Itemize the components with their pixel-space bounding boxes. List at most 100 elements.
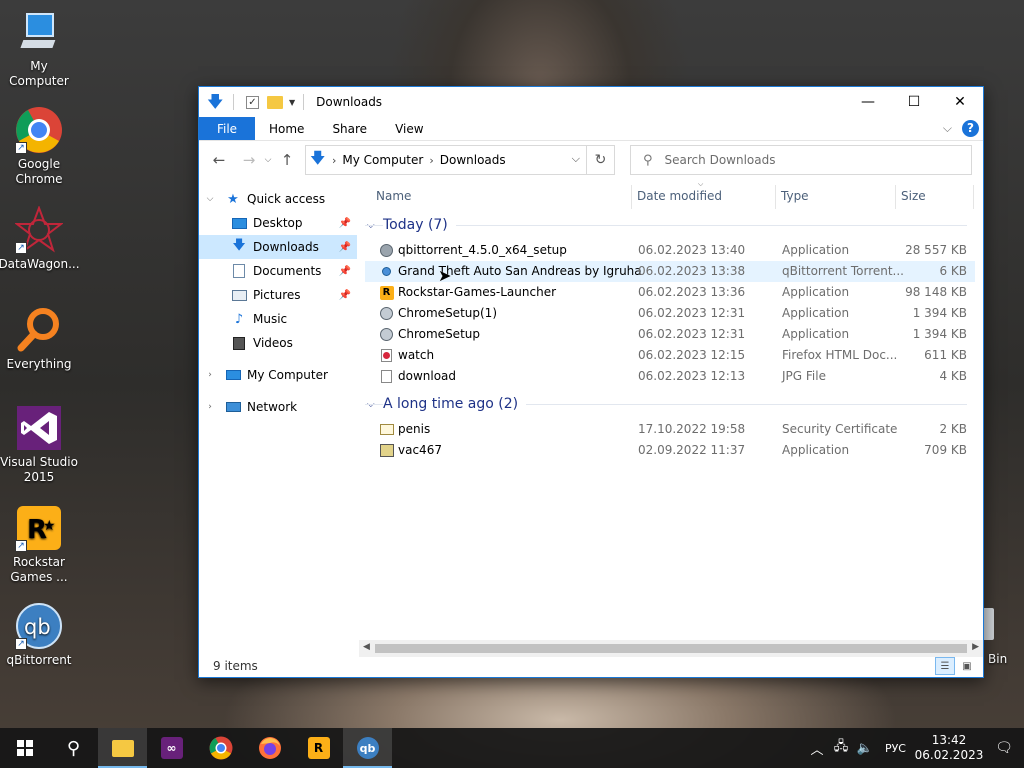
expand-chevron-icon[interactable]: › — [203, 402, 217, 412]
file-type: JPG File — [782, 369, 826, 383]
volume-icon[interactable]: 🔈 — [853, 741, 877, 756]
file-row[interactable]: vac467 02.09.2022 11:37 Application 709 … — [365, 440, 975, 461]
tab-home[interactable]: Home — [255, 117, 318, 140]
details-view-button[interactable]: ☰ — [935, 657, 955, 675]
qbittorrent-icon: qb — [356, 737, 379, 759]
installer-icon — [379, 243, 394, 258]
pin-icon[interactable]: 📌 — [339, 266, 351, 277]
large-icons-view-button[interactable]: ▣ — [957, 657, 977, 675]
nav-quick-access[interactable]: ⌵ ★ Quick access — [199, 187, 357, 211]
file-size: 4 KB — [939, 369, 967, 383]
file-row[interactable]: watch 06.02.2023 12:15 Firefox HTML Doc.… — [365, 345, 975, 366]
help-icon[interactable]: ? — [962, 120, 979, 137]
nav-item-downloads[interactable]: 🡇 Downloads 📌 — [199, 235, 357, 259]
videos-icon — [231, 336, 247, 350]
column-divider[interactable] — [895, 185, 896, 209]
close-button[interactable]: ✕ — [937, 87, 983, 117]
collapse-chevron-icon[interactable]: ⌵ — [203, 194, 217, 204]
desktop-icon-everything[interactable]: Everything — [0, 306, 78, 372]
column-divider[interactable] — [775, 185, 776, 209]
file-row[interactable]: qbittorrent_4.5.0_x64_setup 06.02.2023 1… — [365, 240, 975, 261]
customize-toolbar-icon[interactable]: ▼ — [289, 98, 295, 107]
column-divider[interactable] — [631, 185, 632, 209]
tab-file[interactable]: File — [199, 117, 255, 140]
pin-icon[interactable]: 📌 — [339, 242, 351, 253]
start-button[interactable] — [0, 728, 49, 768]
taskbar-firefox[interactable] — [245, 728, 294, 768]
back-button[interactable]: ← — [207, 151, 231, 169]
breadcrumb-my-computer[interactable]: My Computer — [342, 153, 423, 167]
desktop-icon-my-computer[interactable]: My Computer — [0, 8, 78, 89]
taskbar-search-button[interactable]: ⚲ — [49, 728, 98, 768]
tab-share[interactable]: Share — [318, 117, 381, 140]
breadcrumb-chevron-icon[interactable]: › — [332, 154, 336, 167]
properties-icon[interactable]: ✓ — [246, 95, 259, 109]
maximize-button[interactable]: ☐ — [891, 87, 937, 117]
scrollbar-thumb[interactable] — [375, 644, 967, 653]
rockstar-icon: R — [379, 285, 394, 300]
file-date: 06.02.2023 12:31 — [638, 327, 746, 341]
address-bar[interactable]: 🡇 › My Computer › Downloads ⌵ ↻ — [305, 145, 615, 175]
file-row[interactable]: penis 17.10.2022 19:58 Security Certific… — [365, 419, 975, 440]
file-type: Firefox HTML Doc... — [782, 348, 898, 362]
group-header[interactable]: ⌵ A long time ago (2) — [365, 392, 975, 416]
nav-item-my-computer[interactable]: › My Computer — [199, 363, 357, 387]
nav-item-desktop[interactable]: Desktop 📌 — [199, 211, 357, 235]
pin-icon[interactable]: 📌 — [339, 218, 351, 229]
pin-icon[interactable]: 📌 — [339, 290, 351, 301]
desktop-icon-visual-studio[interactable]: Visual Studio 2015 — [0, 404, 78, 485]
file-row[interactable]: R Rockstar-Games-Launcher 06.02.2023 13:… — [365, 282, 975, 303]
column-date-modified[interactable]: Date modified — [637, 189, 722, 203]
taskbar-qbittorrent[interactable]: qb — [343, 728, 392, 768]
everything-icon — [15, 306, 63, 354]
nav-item-videos[interactable]: Videos — [199, 331, 357, 355]
notifications-icon[interactable]: 🗨 — [984, 740, 1024, 756]
language-indicator[interactable]: РУС — [885, 742, 906, 755]
file-row[interactable]: ChromeSetup 06.02.2023 12:31 Application… — [365, 324, 975, 345]
taskbar-rockstar[interactable]: R — [294, 728, 343, 768]
minimize-button[interactable]: — — [845, 87, 891, 117]
taskbar-chrome[interactable] — [196, 728, 245, 768]
application-icon — [379, 443, 394, 458]
desktop-icon-datawagon[interactable]: ↗ DataWagon... — [0, 205, 80, 272]
scroll-right-icon[interactable]: ▶ — [972, 642, 979, 652]
nav-item-pictures[interactable]: Pictures 📌 — [199, 283, 357, 307]
expand-chevron-icon[interactable]: › — [203, 370, 217, 380]
refresh-button[interactable]: ↻ — [586, 146, 614, 174]
column-type[interactable]: Type — [781, 189, 809, 203]
file-row[interactable]: Grand Theft Auto San Andreas by Igruha 0… — [365, 261, 975, 282]
tab-view[interactable]: View — [381, 117, 437, 140]
taskbar-visual-studio[interactable]: ∞ — [147, 728, 196, 768]
column-divider[interactable] — [973, 185, 974, 209]
column-size[interactable]: Size — [901, 189, 926, 203]
column-name[interactable]: Name — [376, 189, 411, 203]
address-dropdown-icon[interactable]: ⌵ — [572, 152, 580, 166]
new-folder-icon[interactable] — [267, 95, 283, 109]
forward-button[interactable]: → — [237, 151, 261, 169]
scroll-left-icon[interactable]: ◀ — [363, 642, 370, 652]
file-list: Name ⌵ Date modified Type Size ⌵ Today (… — [365, 180, 975, 651]
nav-item-label: Quick access — [247, 192, 326, 206]
navigation-pane: ⌵ ★ Quick access Desktop 📌 🡇 Downloads 📌… — [199, 181, 357, 651]
breadcrumb-chevron-icon[interactable]: › — [429, 154, 433, 167]
show-hidden-icons-icon[interactable]: ︿ — [805, 739, 829, 758]
nav-item-music[interactable]: ♪ Music — [199, 307, 357, 331]
desktop-icon-chrome[interactable]: ↗ Google Chrome — [0, 106, 78, 187]
network-icon[interactable]: 🖧 — [829, 737, 853, 759]
nav-item-network[interactable]: › Network — [199, 395, 357, 419]
search-box[interactable]: ⚲ Search Downloads — [630, 145, 972, 175]
desktop-icon-qbittorrent[interactable]: qb ↗ qBittorrent — [0, 602, 78, 668]
clock[interactable]: 13:42 06.02.2023 — [914, 733, 984, 763]
taskbar-file-explorer[interactable] — [98, 728, 147, 768]
breadcrumb-downloads[interactable]: Downloads — [440, 153, 506, 167]
title-bar[interactable]: 🡇 ✓ ▼ Downloads — ☐ ✕ — [199, 87, 983, 117]
expand-ribbon-icon[interactable]: ⌵ — [943, 121, 952, 136]
group-header[interactable]: ⌵ Today (7) — [365, 213, 975, 237]
desktop-icon-rockstar[interactable]: R ★ ↗ Rockstar Games ... — [0, 504, 78, 585]
up-button[interactable]: ↑ — [275, 151, 299, 169]
recent-locations-icon[interactable]: ⌵ — [261, 155, 275, 165]
nav-item-documents[interactable]: Documents 📌 — [199, 259, 357, 283]
file-row[interactable]: download 06.02.2023 12:13 JPG File 4 KB — [365, 366, 975, 387]
search-input[interactable]: Search Downloads — [665, 153, 776, 167]
file-row[interactable]: ChromeSetup(1) 06.02.2023 12:31 Applicat… — [365, 303, 975, 324]
